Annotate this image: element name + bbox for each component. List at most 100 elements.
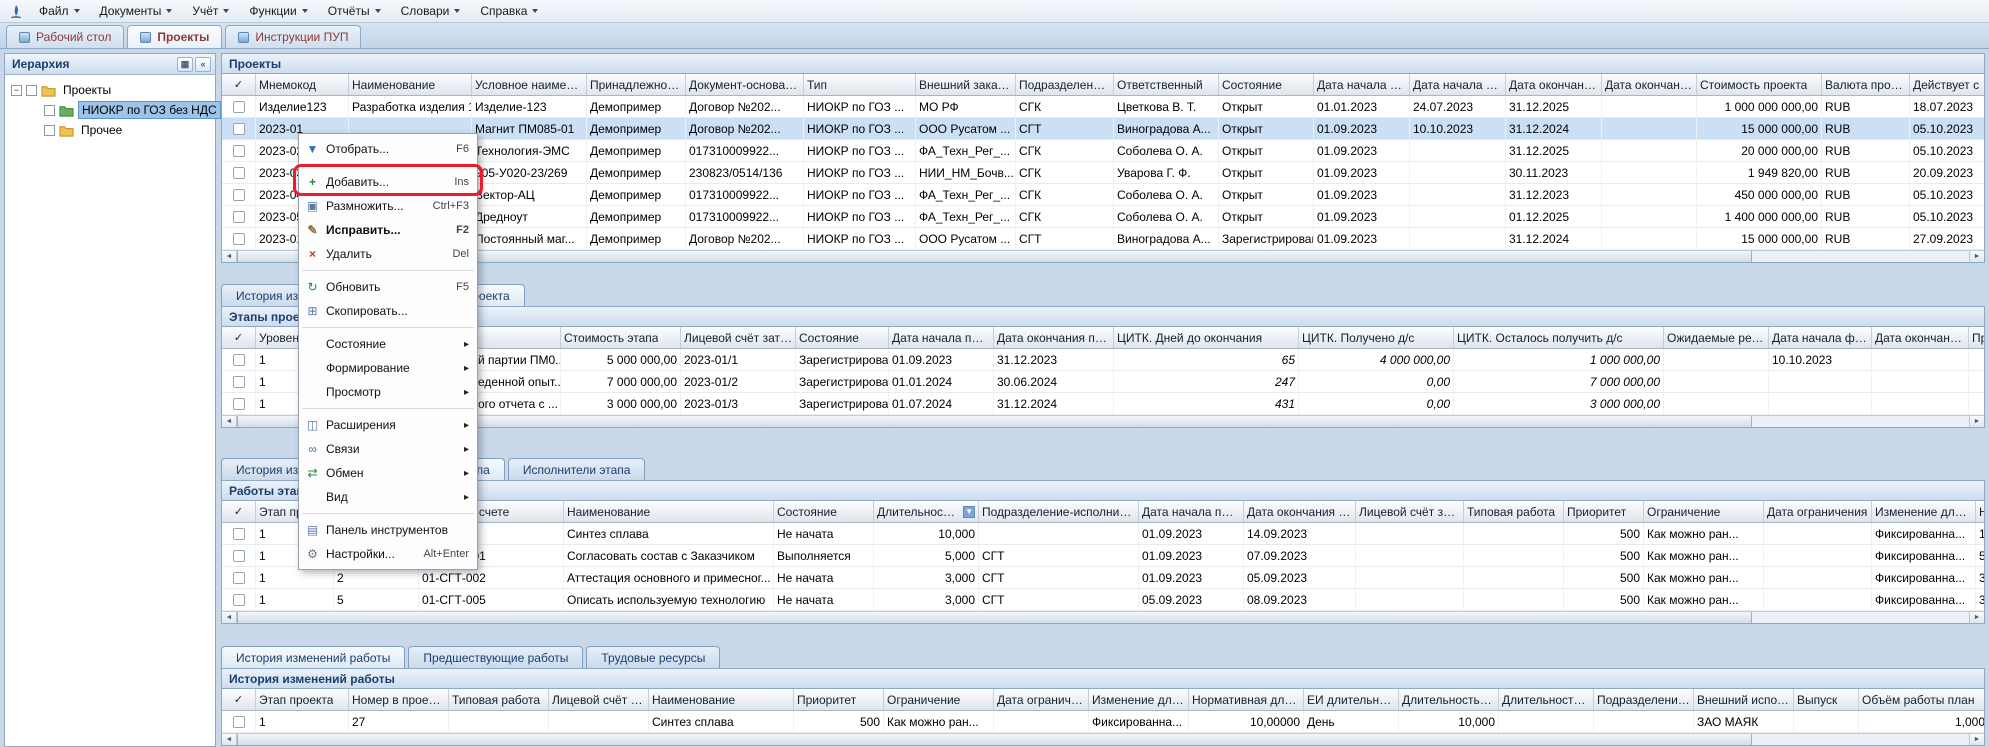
- column-header[interactable]: Условное наименование: [472, 74, 587, 95]
- scroll-right-button[interactable]: ►: [1969, 612, 1984, 623]
- column-header[interactable]: Типовая работа: [449, 689, 549, 710]
- scroll-left-button[interactable]: ◄: [222, 734, 237, 745]
- table-row[interactable]: 1501-СГТ-005Описать используемую техноло…: [222, 589, 1984, 611]
- column-header[interactable]: Ограничение: [1644, 501, 1764, 522]
- row-checkbox[interactable]: [233, 572, 245, 584]
- row-checkbox[interactable]: [233, 594, 245, 606]
- column-header[interactable]: Дата начала факт.: [1410, 74, 1506, 95]
- section-tab[interactable]: Предшествующие работы: [408, 646, 583, 668]
- row-checkbox[interactable]: [233, 376, 245, 388]
- scroll-left-button[interactable]: ◄: [222, 251, 237, 262]
- column-header[interactable]: Типовая работа: [1464, 501, 1564, 522]
- column-header[interactable]: Подразделение-исполнитель: [1594, 689, 1694, 710]
- history-hscrollbar[interactable]: ◄►: [221, 733, 1985, 746]
- column-header[interactable]: Дата ограничения: [1764, 501, 1872, 522]
- scroll-right-button[interactable]: ►: [1969, 251, 1984, 262]
- tree-item[interactable]: Прочее: [5, 120, 215, 140]
- column-header[interactable]: Наименование: [564, 501, 774, 522]
- column-header[interactable]: Дата окончания план: [1244, 501, 1356, 522]
- column-header[interactable]: Нормативная длительность: [1976, 501, 1985, 522]
- table-row[interactable]: 101-СГТ-001Согласовать состав с Заказчик…: [222, 545, 1984, 567]
- table-row[interactable]: 1201-СГТ-002Аттестация основного и приме…: [222, 567, 1984, 589]
- row-checkbox[interactable]: [233, 167, 245, 179]
- column-header[interactable]: Приоритет: [794, 689, 884, 710]
- collapse-panel-icon[interactable]: «: [195, 57, 211, 72]
- context-menu-item[interactable]: ▣Размножить...Ctrl+F3: [299, 194, 477, 218]
- column-header[interactable]: Документ-основание: [686, 74, 804, 95]
- context-menu-item[interactable]: ▤Панель инструментов: [299, 518, 477, 542]
- context-menu-item[interactable]: Формирование▸: [299, 356, 477, 380]
- context-menu-item[interactable]: Просмотр▸: [299, 380, 477, 404]
- column-header[interactable]: Стоимость этапа: [561, 327, 681, 348]
- column-header[interactable]: Валюта проекта: [1822, 74, 1910, 95]
- context-menu-item[interactable]: ∞Связи▸: [299, 437, 477, 461]
- row-checkbox[interactable]: [233, 716, 245, 728]
- panel-options-icon[interactable]: ▦: [177, 57, 193, 72]
- column-header[interactable]: Этап проекта: [256, 689, 349, 710]
- main-tab[interactable]: Инструкции ПУП: [225, 25, 361, 48]
- context-menu-item[interactable]: ⇄Обмен▸: [299, 461, 477, 485]
- column-header[interactable]: Изменение длительности: [1089, 689, 1189, 710]
- column-header[interactable]: Нормативная длительность: [1189, 689, 1304, 710]
- column-header[interactable]: ЕИ длительности: [1304, 689, 1399, 710]
- expander-icon[interactable]: −: [11, 85, 22, 96]
- column-header[interactable]: Принадлежность: [587, 74, 686, 95]
- column-header[interactable]: Состояние: [774, 501, 874, 522]
- column-header[interactable]: Длительность план: [1399, 689, 1499, 710]
- scroll-left-button[interactable]: ◄: [222, 416, 237, 427]
- context-menu-item[interactable]: ▼Отобрать...F6: [299, 137, 477, 161]
- column-header[interactable]: Наименование: [349, 74, 472, 95]
- menubar-item[interactable]: Отчёты: [319, 1, 390, 21]
- column-header[interactable]: Приоритет: [1564, 501, 1644, 522]
- context-menu-item[interactable]: Состояние▸: [299, 332, 477, 356]
- menubar-item[interactable]: Функции: [240, 1, 316, 21]
- main-tab[interactable]: Проекты: [127, 25, 222, 48]
- column-header[interactable]: Примечание: [1969, 327, 1985, 348]
- scroll-right-button[interactable]: ►: [1969, 416, 1984, 427]
- scroll-right-button[interactable]: ►: [1969, 734, 1984, 745]
- column-header[interactable]: ЦИТК. Дней до окончания: [1114, 327, 1299, 348]
- context-menu-item[interactable]: ⊞Скопировать...: [299, 299, 477, 323]
- table-row[interactable]: 2023-01ппПостоянный маг...ДемопримерДого…: [222, 228, 1984, 250]
- section-tab[interactable]: Исполнители этапа: [508, 458, 646, 480]
- scroll-thumb[interactable]: [237, 612, 1752, 623]
- table-row[interactable]: 127Синтез сплава500Как можно ран...Фикси…: [222, 711, 1984, 733]
- tree-checkbox[interactable]: [44, 105, 55, 116]
- column-header[interactable]: ЦИТК. Получено д/с: [1299, 327, 1454, 348]
- section-tab[interactable]: Трудовые ресурсы: [586, 646, 720, 668]
- table-row[interactable]: 1еденной опыт...7 000 000,002023-01/2Зар…: [222, 371, 1984, 393]
- column-header[interactable]: Внешний исполнитель: [1694, 689, 1794, 710]
- stages-hscrollbar[interactable]: ◄►: [221, 415, 1985, 428]
- menubar-item[interactable]: Документы: [91, 1, 182, 21]
- column-header[interactable]: Наименование: [649, 689, 794, 710]
- row-checkbox[interactable]: [233, 123, 245, 135]
- column-header[interactable]: Объём работы план: [1859, 689, 1985, 710]
- column-header[interactable]: Дата окончания ф: [1872, 327, 1969, 348]
- row-checkbox[interactable]: [233, 189, 245, 201]
- context-menu-item[interactable]: ↻ОбновитьF5: [299, 275, 477, 299]
- column-header[interactable]: Состояние: [1219, 74, 1314, 95]
- column-header[interactable]: Длительность план▼: [874, 501, 979, 522]
- menubar-item[interactable]: Словари: [392, 1, 470, 21]
- context-menu-item[interactable]: ◫Расширения▸: [299, 413, 477, 437]
- context-menu-item[interactable]: ✎Исправить...F2: [299, 218, 477, 242]
- column-header[interactable]: Дата начала план.: [1314, 74, 1410, 95]
- context-menu-item[interactable]: +Добавить...Ins: [299, 170, 477, 194]
- row-checkbox[interactable]: [233, 528, 245, 540]
- column-header[interactable]: Стоимость проекта: [1697, 74, 1822, 95]
- column-header[interactable]: Внешний заказчик: [916, 74, 1016, 95]
- column-header[interactable]: Ожидаемые результаты: [1664, 327, 1769, 348]
- column-header[interactable]: Подразделение-исполнитель: [979, 501, 1139, 522]
- select-all-header[interactable]: ✓: [222, 689, 256, 710]
- context-menu-item[interactable]: Вид▸: [299, 485, 477, 509]
- column-header[interactable]: Дата окончания план.: [1506, 74, 1602, 95]
- row-checkbox[interactable]: [233, 354, 245, 366]
- column-header[interactable]: Ограничение: [884, 689, 994, 710]
- column-header[interactable]: Дата начала факт: [1769, 327, 1872, 348]
- column-header[interactable]: Лицевой счёт затрат: [549, 689, 649, 710]
- works-hscrollbar[interactable]: ◄►: [221, 611, 1985, 624]
- column-header[interactable]: Мнемокод: [256, 74, 349, 95]
- column-header[interactable]: Тип: [804, 74, 916, 95]
- column-header[interactable]: Дата начала план: [889, 327, 994, 348]
- column-header[interactable]: Изменение длительности: [1872, 501, 1976, 522]
